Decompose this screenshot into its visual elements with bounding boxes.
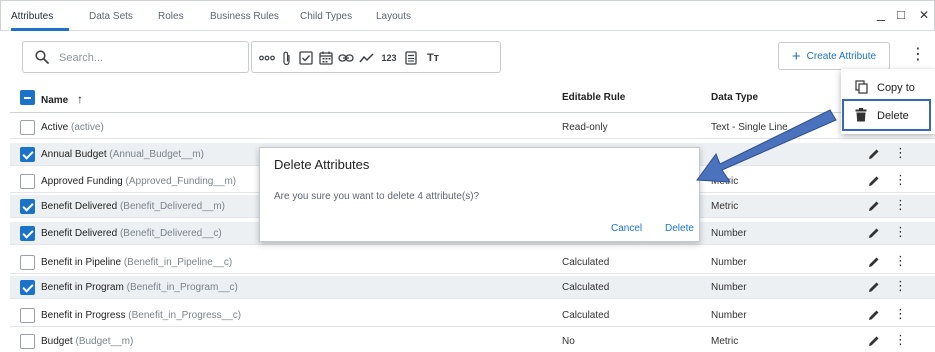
table-row[interactable]: Benefit in Pipeline (Benefit_in_Pipeline… (10, 251, 935, 274)
more-options-icon[interactable]: ⋮ (910, 47, 926, 63)
table-row[interactable]: Benefit in Program (Benefit_in_Program__… (10, 276, 935, 299)
dialog-title: Delete Attributes (274, 157, 370, 172)
table-row[interactable]: Benefit in Progress (Benefit_in_Progress… (10, 304, 935, 327)
tab-layouts[interactable]: Layouts (376, 11, 411, 22)
delete-highlight-box (842, 99, 931, 131)
data-type: Number (711, 228, 747, 239)
edit-icon[interactable] (868, 200, 880, 212)
row-more-icon[interactable]: ⋮ (894, 333, 907, 346)
tab-child-types[interactable]: Child Types (300, 11, 352, 22)
edit-icon[interactable] (868, 281, 880, 293)
sort-ascending-icon: ↑ (77, 92, 84, 106)
row-more-icon[interactable]: ⋮ (894, 225, 907, 238)
row-checkbox[interactable] (20, 280, 35, 295)
data-type: Number (711, 257, 747, 268)
row-checkbox[interactable] (20, 147, 35, 162)
confirm-delete-button[interactable]: Delete (665, 223, 694, 234)
row-checkbox[interactable] (20, 334, 35, 349)
create-attribute-button[interactable]: + Create Attribute (778, 42, 890, 70)
edit-icon[interactable] (868, 227, 880, 239)
edit-icon[interactable] (868, 256, 880, 268)
editable-rule: Calculated (562, 257, 610, 268)
column-header-name[interactable]: Name ↑ (41, 92, 83, 106)
data-type: Number (711, 310, 747, 321)
attachment-icon[interactable] (279, 50, 295, 66)
row-more-icon[interactable]: ⋮ (894, 254, 907, 267)
table-row[interactable]: Budget (Budget__m) No Metric ⋮ (10, 330, 935, 352)
checkbox-icon[interactable] (298, 50, 314, 66)
row-checkbox[interactable] (20, 226, 35, 241)
active-tab-indicator (11, 28, 69, 31)
attribute-name: Budget (Budget__m) (41, 336, 134, 347)
column-header-editable-rule[interactable]: Editable Rule (562, 92, 625, 103)
copy-icon (855, 80, 868, 94)
row-checkbox[interactable] (20, 120, 35, 135)
select-all-checkbox[interactable] (20, 90, 35, 105)
column-header-data-type[interactable]: Data Type (711, 92, 758, 103)
table-row[interactable]: Active (active) Read-only Text - Single … (10, 116, 935, 139)
attribute-name: Benefit in Progress (Benefit_in_Progress… (41, 310, 242, 321)
row-more-icon[interactable]: ⋮ (894, 198, 907, 211)
attribute-name: Approved Funding (Approved_Funding__m) (41, 176, 237, 187)
row-more-icon[interactable]: ⋮ (894, 173, 907, 186)
row-more-icon[interactable]: ⋮ (894, 146, 907, 159)
row-checkbox[interactable] (20, 255, 35, 270)
number-icon[interactable]: 123 (379, 50, 399, 66)
row-checkbox[interactable] (20, 199, 35, 214)
delete-attributes-dialog: Delete Attributes Are you sure you want … (259, 147, 700, 242)
text-icon[interactable]: Tт (423, 50, 443, 66)
data-type: Metric (711, 176, 739, 187)
maximize-button[interactable]: □ (897, 7, 905, 22)
search-icon (35, 50, 49, 64)
table-header: Name ↑ Editable Rule Data Type (10, 83, 935, 113)
tab-roles[interactable]: Roles (158, 11, 184, 22)
edit-icon[interactable] (868, 148, 880, 160)
picklist-icon[interactable] (259, 50, 275, 66)
edit-icon[interactable] (868, 335, 880, 347)
row-checkbox[interactable] (20, 174, 35, 189)
calculator-icon[interactable] (403, 50, 419, 66)
minimize-button[interactable]: _ (877, 5, 885, 21)
row-checkbox[interactable] (20, 308, 35, 323)
attribute-name: Benefit in Pipeline (Benefit_in_Pipeline… (41, 257, 233, 268)
copy-to-menu-item[interactable]: Copy to (841, 74, 935, 102)
attribute-type-filter: 123 Tт (251, 41, 501, 73)
row-more-icon[interactable]: ⋮ (894, 279, 907, 292)
link-icon[interactable] (338, 50, 354, 66)
edit-icon[interactable] (868, 309, 880, 321)
data-type: Text - Single Line (711, 122, 788, 133)
data-type: Metric (711, 336, 739, 347)
cancel-button[interactable]: Cancel (611, 223, 642, 234)
attribute-name: Annual Budget (Annual_Budget__m) (41, 149, 204, 160)
attribute-name: Benefit Delivered (Benefit_Delivered__c) (41, 228, 222, 239)
edit-icon[interactable] (868, 175, 880, 187)
calendar-icon[interactable] (318, 50, 334, 66)
editable-rule: No (562, 336, 575, 347)
plus-icon: + (791, 47, 801, 65)
editable-rule: Read-only (562, 122, 608, 133)
row-more-icon[interactable]: ⋮ (894, 307, 907, 320)
attribute-name: Benefit Delivered (Benefit_Delivered__m) (41, 201, 225, 212)
search-box (22, 41, 249, 73)
attribute-name: Active (active) (41, 122, 104, 133)
attribute-name: Benefit in Program (Benefit_in_Program__… (41, 282, 238, 293)
close-button[interactable]: ✕ (919, 8, 929, 22)
tab-data-sets[interactable]: Data Sets (89, 11, 133, 22)
editable-rule: Calculated (562, 282, 610, 293)
trend-icon[interactable] (359, 50, 375, 66)
tab-attributes[interactable]: Attributes (11, 11, 53, 22)
editable-rule: Calculated (562, 310, 610, 321)
tab-bar: Attributes Data Sets Roles Business Rule… (0, 0, 935, 31)
data-type: Metric (711, 201, 739, 212)
search-input[interactable] (59, 50, 239, 65)
dialog-message: Are you sure you want to delete 4 attrib… (274, 191, 480, 202)
tab-business-rules[interactable]: Business Rules (210, 11, 279, 22)
data-type: Number (711, 282, 747, 293)
